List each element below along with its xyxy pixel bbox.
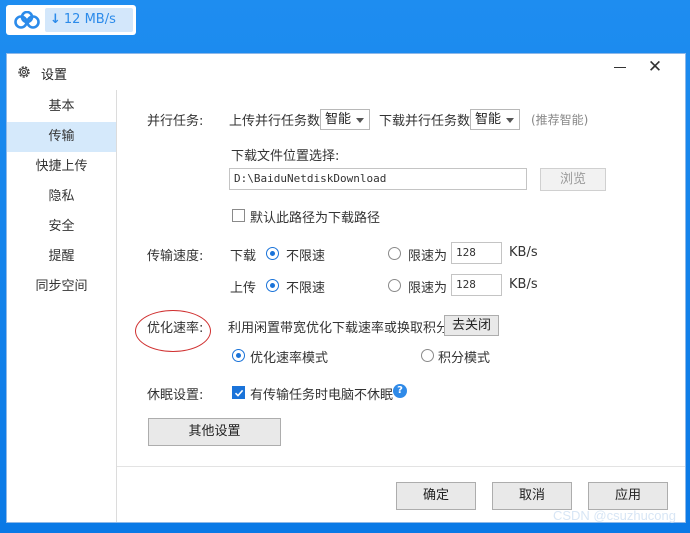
download-limit-input[interactable]: 128	[451, 242, 502, 264]
sidebar-item-sync-space[interactable]: 同步空间	[7, 272, 116, 302]
upload-limit-unit: KB/s	[509, 277, 538, 292]
dialog-title: 设置	[41, 68, 68, 83]
settings-sidebar: 基本 传输 快捷上传 隐私 安全 提醒 同步空间	[7, 90, 117, 522]
download-limit-radio[interactable]	[388, 247, 401, 260]
watermark: CSDN @csuzhucong	[552, 508, 676, 523]
default-path-label: 默认此路径为下载路径	[250, 211, 381, 226]
close-button[interactable]: ✕	[640, 54, 670, 80]
prevent-sleep-checkbox[interactable]	[232, 386, 245, 399]
apply-button[interactable]: 应用	[588, 482, 668, 510]
sidebar-item-reminder[interactable]: 提醒	[7, 242, 116, 272]
dialog-titlebar[interactable]: 设置 ✕	[7, 54, 685, 90]
optimize-speed-mode-radio[interactable]	[232, 349, 245, 362]
ok-button[interactable]: 确定	[396, 482, 476, 510]
optimize-rate-description: 利用闲置带宽优化下载速率或换取积分	[228, 321, 450, 336]
upload-limit-label: 限速为	[408, 281, 448, 296]
sleep-settings-label: 休眠设置:	[147, 388, 204, 403]
transfer-speed-label: 传输速度:	[147, 249, 204, 264]
download-parallel-label: 下载并行任务数	[379, 114, 471, 129]
download-arrow-icon: ↓	[50, 12, 61, 27]
sidebar-item-basic[interactable]: 基本	[7, 92, 116, 122]
upload-parallel-select[interactable]: 智能	[320, 109, 370, 130]
close-icon: ✕	[647, 57, 663, 77]
upload-speed-label: 上传	[230, 281, 257, 296]
parallel-hint: (推荐智能)	[531, 113, 589, 127]
sidebar-item-quick-upload[interactable]: 快捷上传	[7, 152, 116, 182]
settings-dialog: 设置 ✕ 基本 传输 快捷上传 隐私 安全 提醒 同步空间 并行任务: 上传并行…	[6, 53, 686, 523]
chevron-down-icon	[506, 118, 514, 123]
download-path-field[interactable]: D:\BaiduNetdiskDownload	[229, 168, 527, 190]
gear-icon	[18, 66, 30, 78]
help-icon[interactable]: ?	[393, 384, 407, 398]
other-settings-button[interactable]: 其他设置	[148, 418, 281, 446]
chevron-down-icon	[356, 118, 364, 123]
default-path-checkbox[interactable]	[232, 209, 245, 222]
upload-unlimited-label: 不限速	[286, 281, 326, 296]
upload-unlimited-radio[interactable]	[266, 279, 279, 292]
parallel-tasks-label: 并行任务:	[147, 114, 204, 129]
points-mode-label: 积分模式	[438, 351, 491, 366]
download-location-label: 下载文件位置选择:	[231, 149, 340, 164]
upload-parallel-label: 上传并行任务数	[229, 114, 321, 129]
sidebar-item-transfer[interactable]: 传输	[7, 122, 116, 152]
browse-button[interactable]: 浏览	[540, 168, 606, 191]
download-unlimited-radio[interactable]	[266, 247, 279, 260]
checkmark-icon	[234, 389, 244, 397]
sidebar-item-privacy[interactable]: 隐私	[7, 182, 116, 212]
baidu-netdisk-cloud-icon	[14, 11, 40, 29]
footer-divider	[117, 466, 685, 467]
prevent-sleep-label: 有传输任务时电脑不休眠	[250, 388, 394, 403]
cancel-button[interactable]: 取消	[492, 482, 572, 510]
upload-limit-radio[interactable]	[388, 279, 401, 292]
download-limit-unit: KB/s	[509, 245, 538, 260]
optimize-rate-label: 优化速率:	[147, 321, 204, 336]
minimize-icon	[614, 67, 626, 68]
points-mode-radio[interactable]	[421, 349, 434, 362]
download-limit-label: 限速为	[408, 249, 448, 264]
sidebar-item-security[interactable]: 安全	[7, 212, 116, 242]
transfer-speed-widget[interactable]: ↓ 12 MB/s	[6, 5, 136, 35]
download-speed-label: 下载	[230, 249, 257, 264]
download-unlimited-label: 不限速	[286, 249, 326, 264]
download-speed-indicator: ↓ 12 MB/s	[45, 8, 133, 32]
minimize-button[interactable]	[605, 56, 635, 80]
close-optimize-button[interactable]: 去关闭	[444, 315, 499, 336]
optimize-speed-mode-label: 优化速率模式	[250, 351, 329, 366]
upload-limit-input[interactable]: 128	[451, 274, 502, 296]
download-speed-value: 12 MB/s	[63, 12, 116, 27]
download-parallel-select[interactable]: 智能	[470, 109, 520, 130]
